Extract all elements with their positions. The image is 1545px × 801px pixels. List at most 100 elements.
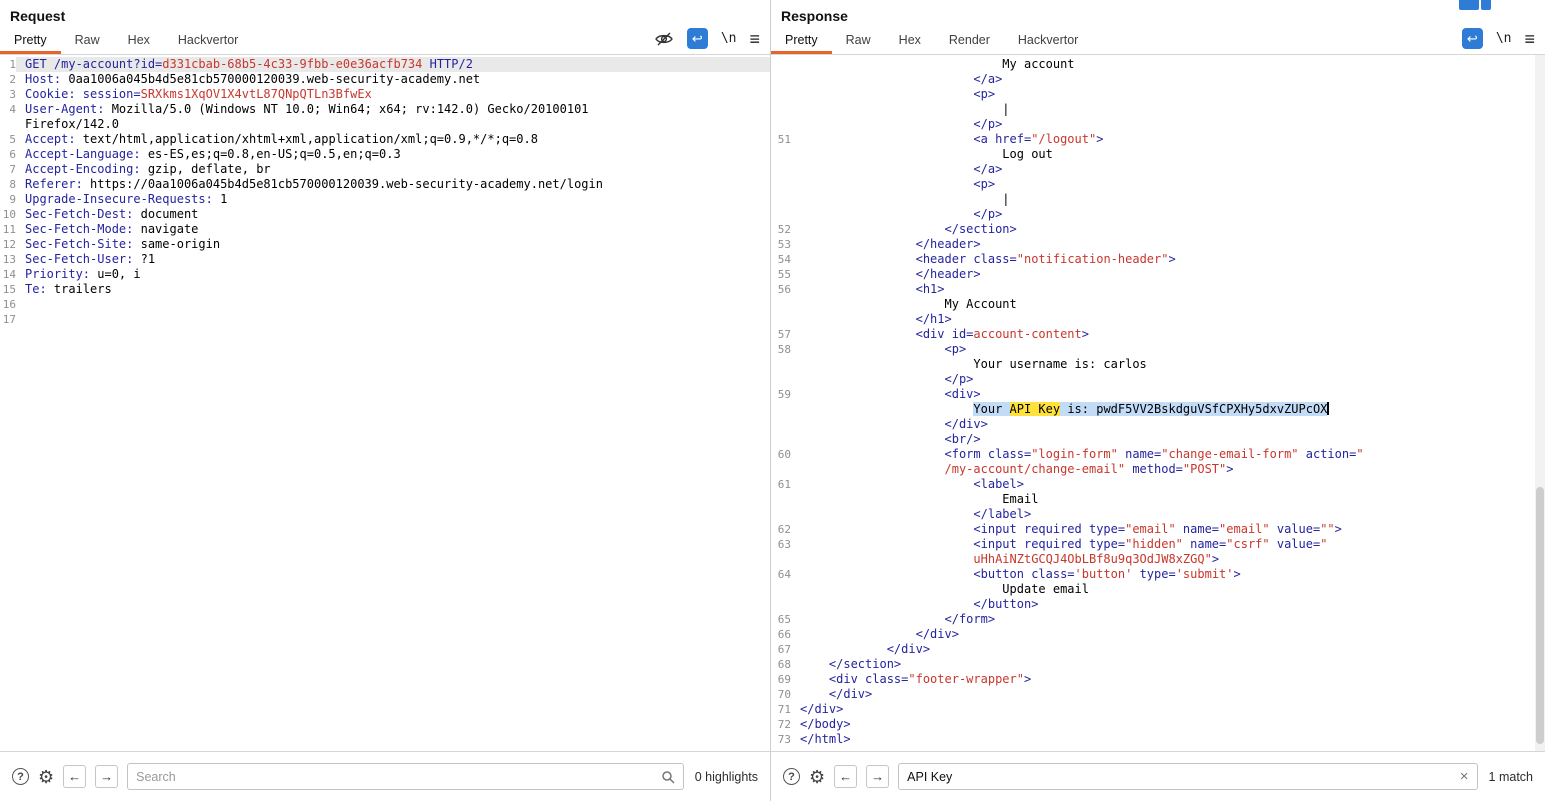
code-line[interactable]: 16 [0, 297, 770, 312]
tab-hex[interactable]: Hex [114, 27, 164, 54]
code-line[interactable]: 10 Sec-Fetch-Dest: document [0, 207, 770, 222]
code-line[interactable]: </p> [771, 372, 1545, 387]
code-line[interactable]: 3 Cookie: session=SRXkms1XqOV1X4vtL87QNpQ… [0, 87, 770, 102]
code-line[interactable]: </a> [771, 72, 1545, 87]
code-line[interactable]: </button> [771, 597, 1545, 612]
code-line[interactable]: uHhAiNZtGCQJ4ObLBf8u9q3OdJW8xZGQ"> [771, 552, 1545, 567]
vertical-scrollbar[interactable] [1535, 55, 1545, 751]
response-code[interactable]: My account </a> <p> | </p> 51 <a href="/l… [771, 55, 1545, 751]
code-line[interactable]: 55 </header> [771, 267, 1545, 282]
code-line[interactable]: 5 Accept: text/html,application/xhtml+xml… [0, 132, 770, 147]
word-wrap-icon[interactable]: ↩ [1461, 28, 1483, 49]
line-number: 9 [9, 193, 16, 206]
code-line[interactable]: 57 <div id=account-content> [771, 327, 1545, 342]
next-match-button[interactable]: → [95, 765, 119, 788]
scrollbar-thumb[interactable] [1536, 486, 1544, 745]
code-line[interactable]: 9 Upgrade-Insecure-Requests: 1 [0, 192, 770, 207]
code-line[interactable]: Your username is: carlos [771, 357, 1545, 372]
cutoff-toolbar-button[interactable] [1459, 0, 1491, 10]
code-line[interactable]: | [771, 102, 1545, 117]
menu-icon[interactable]: ≡ [749, 30, 760, 48]
code-line[interactable]: 61 <label> [771, 477, 1545, 492]
code-line[interactable]: </p> [771, 207, 1545, 222]
code-line[interactable]: 11 Sec-Fetch-Mode: navigate [0, 222, 770, 237]
code-line[interactable]: 56 <h1> [771, 282, 1545, 297]
request-code[interactable]: 1 GET /my-account?id=d331cbab-68b5-4c33-9… [0, 55, 770, 751]
code-line[interactable]: 65 </form> [771, 612, 1545, 627]
code-line[interactable]: 13 Sec-Fetch-User: ?1 [0, 252, 770, 267]
code-line[interactable]: 14 Priority: u=0, i [0, 267, 770, 282]
code-line[interactable]: 67 </div> [771, 642, 1545, 657]
code-line[interactable]: </h1> [771, 312, 1545, 327]
settings-gear-icon[interactable]: ⚙ [38, 768, 54, 786]
code-line[interactable]: 72 </body> [771, 717, 1545, 732]
code-line[interactable]: 66 </div> [771, 627, 1545, 642]
next-match-button[interactable]: → [866, 765, 890, 788]
code-line[interactable]: 52 </section> [771, 222, 1545, 237]
code-line[interactable]: 70 </div> [771, 687, 1545, 702]
line-number: 15 [2, 283, 16, 296]
code-line[interactable]: My account [771, 57, 1545, 72]
request-search-input[interactable] [136, 769, 655, 784]
request-footer: ? ⚙ ← → 0 highlights [0, 751, 770, 801]
prev-match-button[interactable]: ← [63, 765, 87, 788]
help-icon[interactable]: ? [12, 768, 29, 785]
prev-match-button[interactable]: ← [834, 765, 858, 788]
code-line[interactable]: 71 </div> [771, 702, 1545, 717]
code-line[interactable]: </p> [771, 117, 1545, 132]
code-line[interactable]: Firefox/142.0 [0, 117, 770, 132]
menu-icon[interactable]: ≡ [1524, 30, 1535, 48]
code-line[interactable]: Update email [771, 582, 1545, 597]
code-line[interactable]: </div> [771, 417, 1545, 432]
code-line[interactable]: 7 Accept-Encoding: gzip, deflate, br [0, 162, 770, 177]
code-line[interactable]: 59 <div> [771, 387, 1545, 402]
code-line[interactable]: 4 User-Agent: Mozilla/5.0 (Windows NT 10.… [0, 102, 770, 117]
code-line[interactable]: 60 <form class="login-form" name="change… [771, 447, 1545, 462]
clear-search-icon[interactable]: × [1454, 769, 1469, 784]
code-line[interactable]: 12 Sec-Fetch-Site: same-origin [0, 237, 770, 252]
code-line[interactable]: 1 GET /my-account?id=d331cbab-68b5-4c33-9… [0, 57, 770, 72]
code-line[interactable]: 2 Host: 0aa1006a045b4d5e81cb570000120039.… [0, 72, 770, 87]
code-line[interactable]: 51 <a href="/logout"> [771, 132, 1545, 147]
code-line[interactable]: 53 </header> [771, 237, 1545, 252]
code-line[interactable]: Log out [771, 147, 1545, 162]
tab-render[interactable]: Render [935, 27, 1004, 54]
code-line[interactable]: 68 </section> [771, 657, 1545, 672]
code-line[interactable]: </a> [771, 162, 1545, 177]
code-line[interactable]: 69 <div class="footer-wrapper"> [771, 672, 1545, 687]
code-line[interactable]: 63 <input required type="hidden" name="c… [771, 537, 1545, 552]
tab-hackvertor[interactable]: Hackvertor [1004, 27, 1092, 54]
code-line[interactable]: | [771, 192, 1545, 207]
code-line[interactable]: 6 Accept-Language: es-ES,es;q=0.8,en-US;q… [0, 147, 770, 162]
tab-hex[interactable]: Hex [885, 27, 935, 54]
code-line[interactable]: Your API Key is: pwdF5VV2BskdguVSfCPXHy5… [771, 402, 1545, 417]
code-line[interactable]: 17 [0, 312, 770, 327]
word-wrap-icon[interactable]: ↩ [686, 28, 708, 49]
code-line[interactable]: 54 <header class="notification-header"> [771, 252, 1545, 267]
code-line[interactable]: 15 Te: trailers [0, 282, 770, 297]
code-line[interactable]: Email [771, 492, 1545, 507]
code-line[interactable]: 73 </html> [771, 732, 1545, 747]
hide-matches-eye-icon[interactable] [654, 31, 674, 47]
newline-chars-icon[interactable]: \n [721, 31, 737, 46]
tab-pretty[interactable]: Pretty [0, 27, 61, 54]
tab-raw[interactable]: Raw [832, 27, 885, 54]
code-line[interactable]: </label> [771, 507, 1545, 522]
settings-gear-icon[interactable]: ⚙ [809, 768, 825, 786]
tab-pretty[interactable]: Pretty [771, 27, 832, 54]
tab-raw[interactable]: Raw [61, 27, 114, 54]
line-number: 61 [777, 478, 791, 491]
newline-chars-icon[interactable]: \n [1496, 31, 1512, 46]
response-search-input[interactable] [907, 769, 1454, 784]
code-line[interactable]: 64 <button class='button' type='submit'> [771, 567, 1545, 582]
code-line[interactable]: <br/> [771, 432, 1545, 447]
tab-hackvertor[interactable]: Hackvertor [164, 27, 252, 54]
code-line[interactable]: <p> [771, 87, 1545, 102]
code-line[interactable]: /my-account/change-email" method="POST"> [771, 462, 1545, 477]
code-line[interactable]: 8 Referer: https://0aa1006a045b4d5e81cb57… [0, 177, 770, 192]
code-line[interactable]: 58 <p> [771, 342, 1545, 357]
code-line[interactable]: 62 <input required type="email" name="em… [771, 522, 1545, 537]
help-icon[interactable]: ? [783, 768, 800, 785]
code-line[interactable]: My Account [771, 297, 1545, 312]
code-line[interactable]: <p> [771, 177, 1545, 192]
